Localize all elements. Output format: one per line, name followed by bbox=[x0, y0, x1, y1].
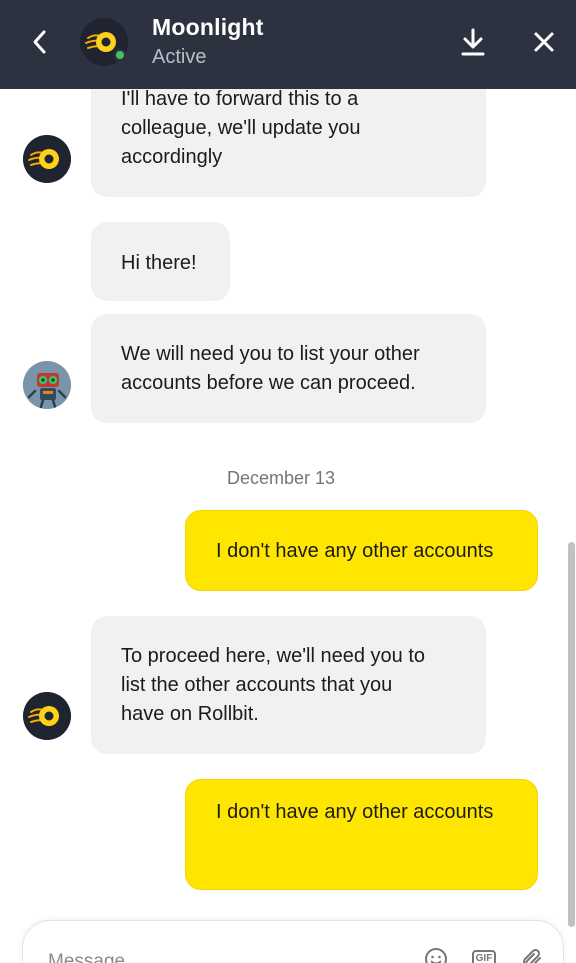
message-input[interactable] bbox=[48, 947, 408, 963]
message-line: I'll have to forward this to a bbox=[121, 89, 359, 110]
message-line: have on Rollbit. bbox=[121, 703, 259, 725]
chat-header: Moonlight Active bbox=[0, 0, 576, 89]
emoji-icon bbox=[425, 948, 447, 963]
emoji-button[interactable] bbox=[423, 946, 449, 963]
paperclip-icon bbox=[523, 948, 541, 963]
agent-name: Moonlight bbox=[152, 14, 264, 40]
message-line: We will need you to list your other bbox=[121, 343, 420, 365]
date-separator: December 13 bbox=[226, 468, 336, 488]
message-list[interactable]: I'll have to forward this to a colleague… bbox=[0, 89, 576, 963]
message-composer: GIF bbox=[22, 920, 564, 963]
message-line: To proceed here, we'll need you to bbox=[121, 645, 426, 667]
agent-avatar bbox=[23, 135, 71, 183]
attach-button[interactable] bbox=[519, 946, 545, 963]
chevron-left-icon bbox=[33, 30, 46, 54]
message-bubble-agent: To proceed here, we'll need you to list … bbox=[91, 616, 486, 754]
message-bubble-agent: We will need you to list your other acco… bbox=[91, 314, 486, 423]
message-line: I don't have any other accounts bbox=[216, 801, 494, 823]
message-bubble-user: I don't have any other accounts bbox=[185, 779, 538, 890]
close-button[interactable] bbox=[526, 24, 562, 60]
close-icon bbox=[534, 32, 554, 52]
message-bubble-agent: Hi there! bbox=[91, 222, 230, 301]
online-status-dot bbox=[114, 49, 126, 61]
message-line: list the other accounts that you bbox=[121, 674, 393, 696]
chat-window: Moonlight Active I'll have to forward th… bbox=[0, 0, 576, 963]
agent-avatar-robot bbox=[23, 361, 71, 409]
message-bubble-user: I don't have any other accounts bbox=[185, 510, 538, 591]
scrollbar-thumb[interactable] bbox=[568, 542, 575, 927]
agent-status: Active bbox=[152, 46, 207, 68]
message-line: I don't have any other accounts bbox=[216, 540, 494, 562]
agent-avatar bbox=[23, 692, 71, 740]
message-line: accordingly bbox=[121, 146, 223, 168]
back-button[interactable] bbox=[22, 24, 58, 60]
message-line: colleague, we'll update you bbox=[121, 117, 361, 139]
download-button[interactable] bbox=[455, 24, 491, 60]
gif-icon: GIF bbox=[471, 950, 497, 963]
gif-button[interactable]: GIF bbox=[471, 946, 497, 963]
message-line: accounts before we can proceed. bbox=[121, 372, 416, 394]
message-line: Hi there! bbox=[121, 252, 197, 274]
download-icon bbox=[461, 28, 485, 56]
message-bubble-agent: I'll have to forward this to a colleague… bbox=[91, 89, 486, 197]
